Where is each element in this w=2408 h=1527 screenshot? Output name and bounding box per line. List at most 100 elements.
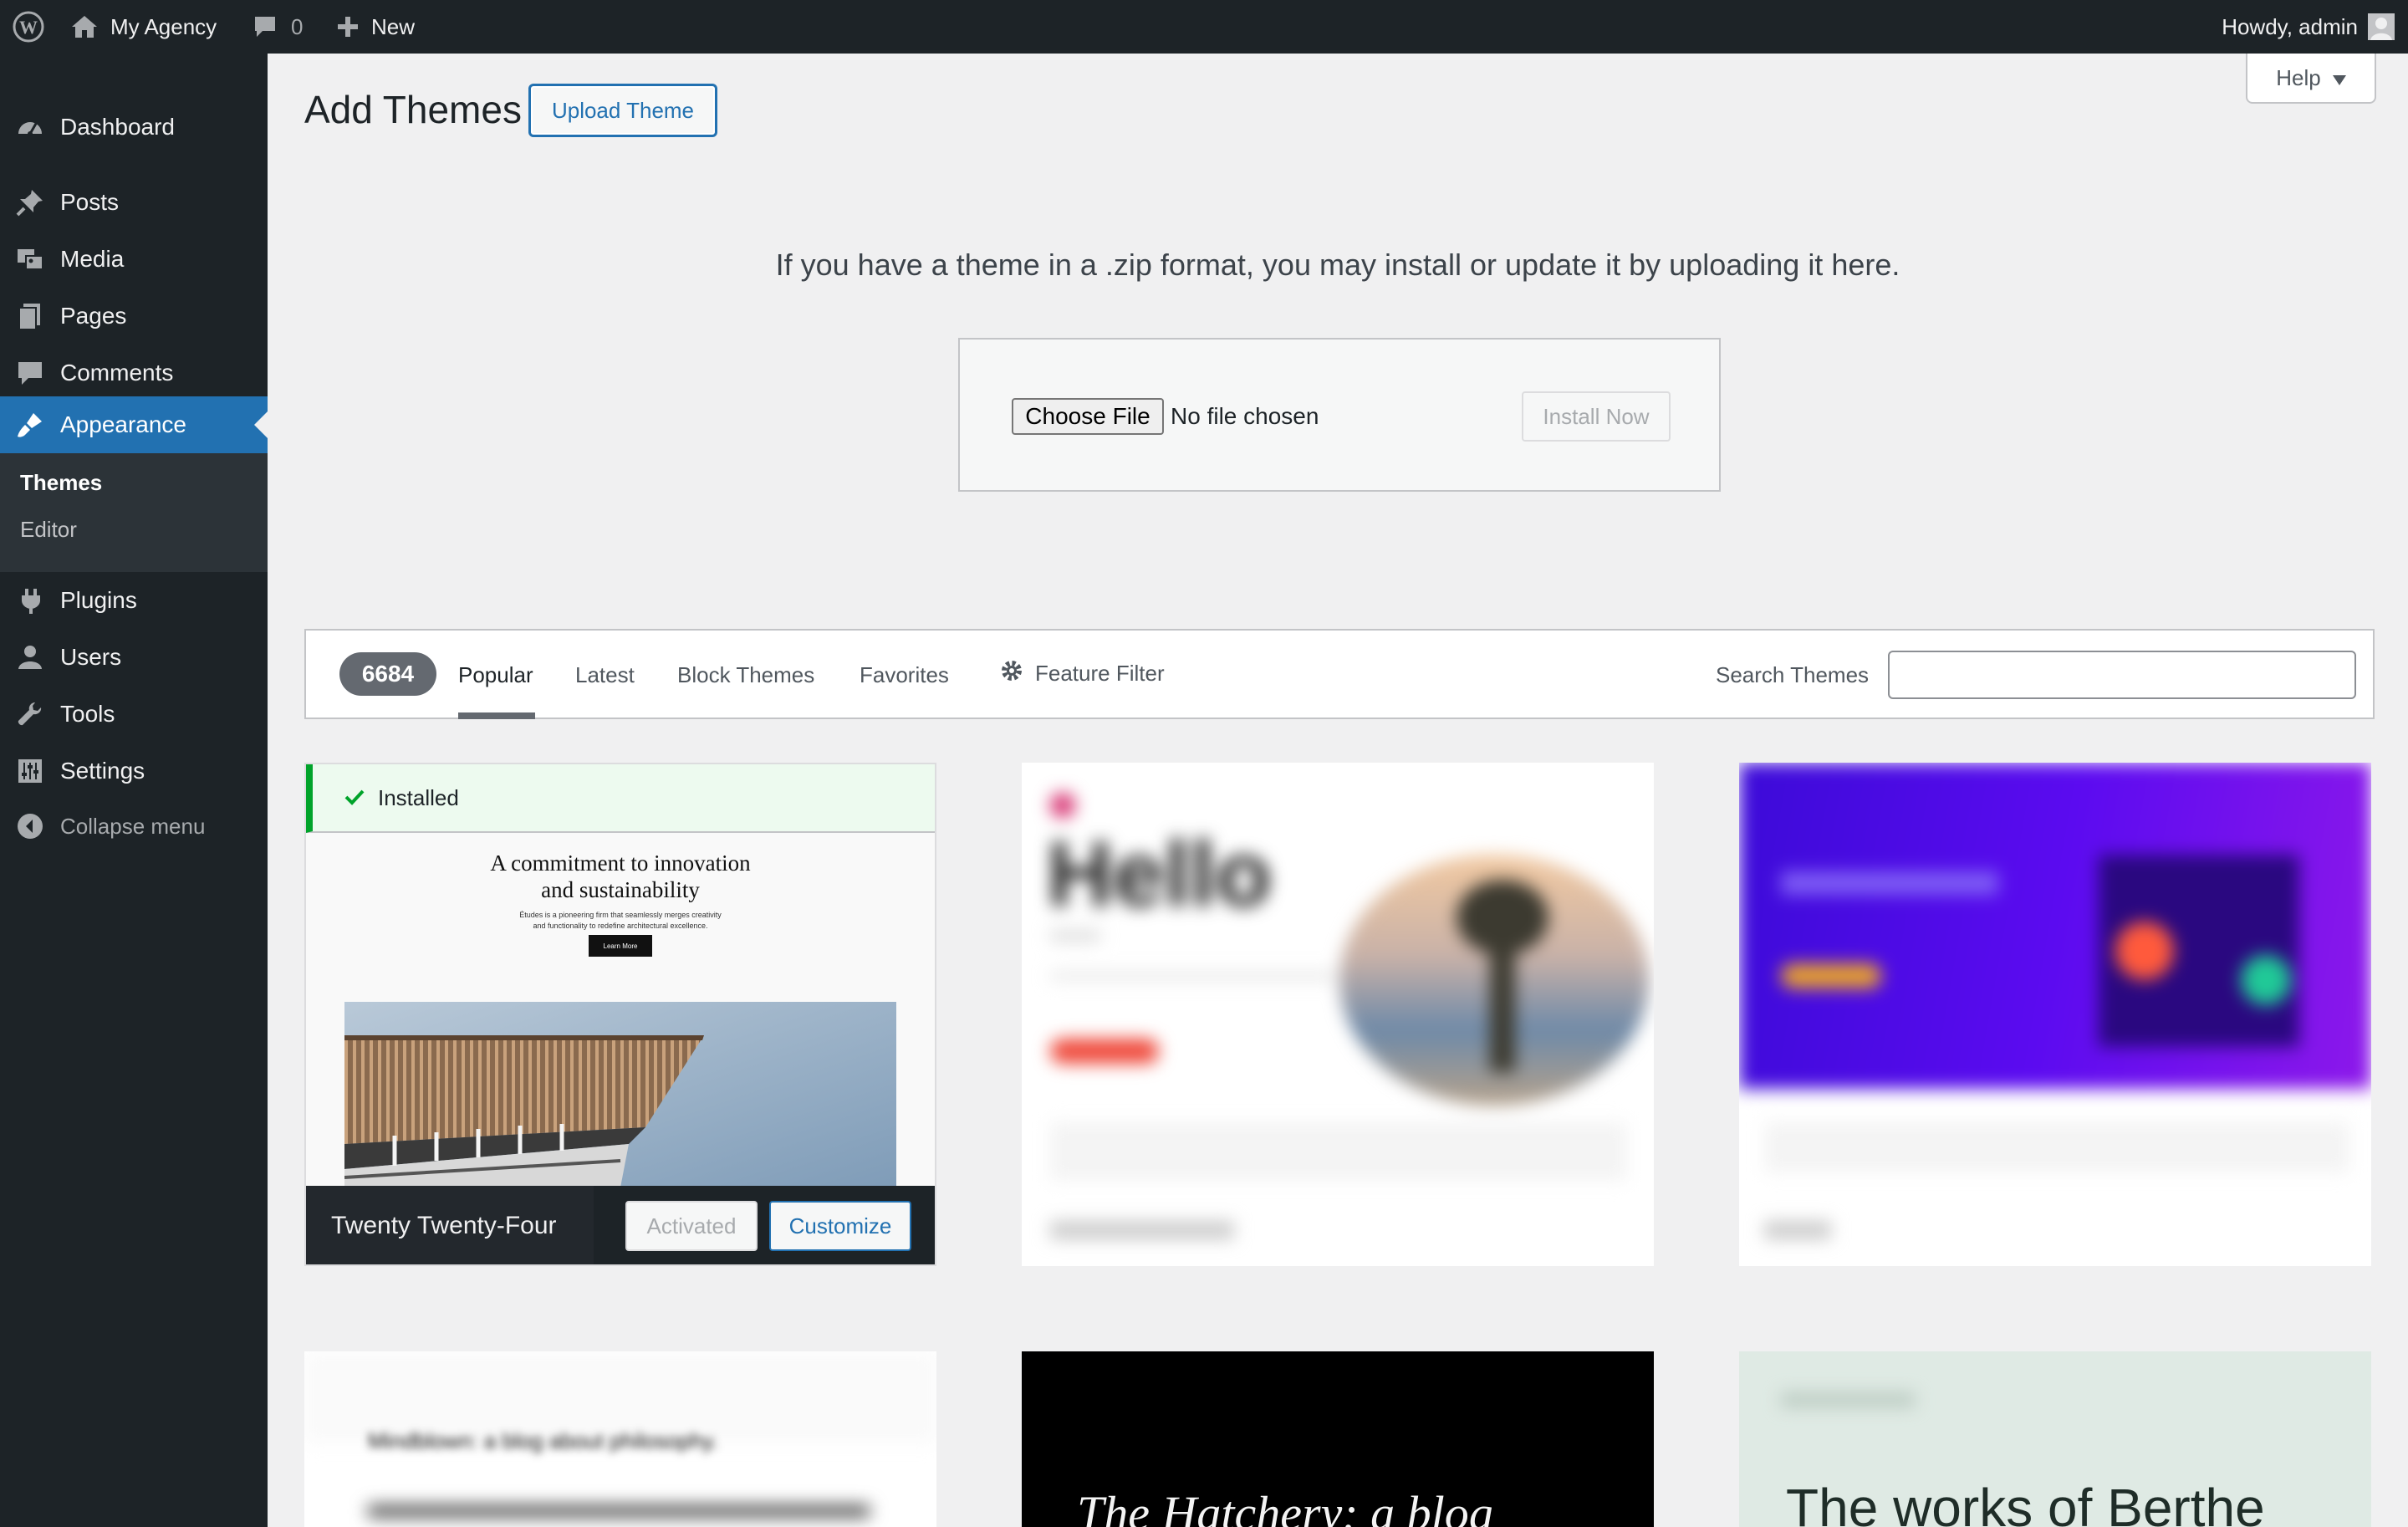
checkmark-icon: [344, 785, 365, 811]
tab-latest[interactable]: Latest: [575, 662, 635, 688]
admin-bar: W My Agency 0 New Howdy, admin: [0, 0, 2408, 54]
sidebar-item-plugins[interactable]: Plugins: [0, 572, 268, 629]
comments-count: 0: [291, 13, 304, 39]
pages-icon: [15, 301, 45, 331]
sidebar-item-label: Comments: [60, 360, 174, 386]
theme-card[interactable]: [1739, 763, 2371, 1266]
comment-icon: [15, 358, 45, 388]
sidebar-item-pages[interactable]: Pages: [0, 288, 268, 345]
upload-form: Choose File No file chosen Install Now: [958, 338, 1721, 492]
sidebar-item-settings[interactable]: Settings: [0, 743, 268, 799]
preview-footer-area: [1050, 1122, 1627, 1181]
sidebar-item-label: Users: [60, 644, 122, 670]
comment-bubble-icon: [253, 14, 278, 39]
search-themes-input[interactable]: [1888, 651, 2356, 699]
theme-name-placeholder: [1764, 1221, 1831, 1239]
preview-text-block: [1050, 972, 1334, 980]
preview-headline-line: and sustainability: [541, 877, 700, 902]
sidebar-item-label: Posts: [60, 189, 120, 215]
my-account-link[interactable]: Howdy, admin: [2222, 0, 2395, 54]
preview-text-block: [1050, 930, 1100, 942]
theme-card[interactable]: Hello: [1022, 763, 1654, 1266]
theme-actions-bar: Twenty Twenty-Four Activated Customize: [306, 1186, 935, 1264]
svg-text:W: W: [19, 17, 38, 38]
preview-button: [1050, 1039, 1159, 1064]
active-tab-indicator: [458, 712, 535, 719]
preview-button: [1781, 963, 1881, 988]
preview-shape: [2241, 955, 2291, 1005]
collapse-menu-label: Collapse menu: [60, 813, 206, 839]
theme-count-badge: 6684: [339, 652, 436, 696]
theme-screenshot[interactable]: A commitment to innovation and sustainab…: [306, 833, 935, 1187]
sidebar-item-tools[interactable]: Tools: [0, 686, 268, 743]
theme-screenshot: Hello: [1022, 763, 1654, 1266]
customize-button[interactable]: Customize: [769, 1201, 911, 1251]
sidebar-item-users[interactable]: Users: [0, 629, 268, 686]
preview-shape: [2115, 922, 2174, 980]
feature-filter-label: Feature Filter: [1035, 661, 1165, 686]
install-now-button[interactable]: Install Now: [1522, 391, 1671, 442]
submenu-item-editor[interactable]: Editor: [20, 517, 77, 543]
theme-card[interactable]: Mindblown: a blog about philosophy.: [304, 1351, 936, 1527]
sidebar-item-comments[interactable]: Comments: [0, 345, 268, 401]
preview-logo-dot: [1050, 793, 1075, 818]
no-file-label: No file chosen: [1171, 403, 1319, 429]
plus-icon: [336, 15, 360, 38]
dashboard-icon: [15, 112, 45, 142]
sidebar-item-dashboard[interactable]: Dashboard: [0, 99, 268, 156]
new-content-link[interactable]: New: [336, 0, 415, 54]
installed-notice: Installed: [306, 764, 935, 833]
comments-link[interactable]: 0: [253, 0, 303, 54]
page-title: Add Themes: [304, 88, 522, 131]
site-name-link[interactable]: My Agency: [70, 0, 217, 54]
preview-text-block: [1781, 1393, 1915, 1407]
activated-button[interactable]: Activated: [625, 1201, 758, 1251]
preview-headline: A commitment to innovation and sustainab…: [306, 850, 935, 903]
choose-file-button[interactable]: Choose File: [1012, 398, 1164, 435]
theme-card[interactable]: The works of Berthe: [1739, 1351, 2371, 1527]
wrench-icon: [15, 699, 45, 729]
theme-screenshot: [1739, 763, 2371, 1266]
theme-name: Twenty Twenty-Four: [306, 1186, 594, 1264]
help-label: Help: [2276, 64, 2321, 90]
plugin-icon: [15, 585, 45, 615]
theme-card-twenty-twenty-four[interactable]: Installed A commitment to innovation and…: [304, 763, 936, 1266]
preview-subtext-line: and functionality to redefine architectu…: [533, 922, 708, 930]
tab-favorites[interactable]: Favorites: [860, 662, 949, 688]
avatar: [2368, 13, 2395, 40]
preview-headline-line: A commitment to innovation: [490, 850, 751, 876]
tab-block-themes[interactable]: Block Themes: [677, 662, 814, 688]
collapse-arrow-icon: [15, 811, 45, 841]
paintbrush-icon: [15, 410, 45, 440]
preview-subtext-line: Études is a pioneering firm that seamles…: [519, 911, 722, 919]
caret-down-icon: [2332, 65, 2346, 91]
preview-blog-title: The works of Berthe: [1786, 1478, 2265, 1527]
preview-subtext: Études is a pioneering firm that seamles…: [306, 910, 935, 932]
pushpin-icon: [15, 187, 45, 217]
sidebar-item-label: Plugins: [60, 587, 137, 613]
sidebar-item-posts[interactable]: Posts: [0, 174, 268, 231]
sidebar-item-label: Settings: [60, 758, 145, 784]
wordpress-logo-icon[interactable]: W: [12, 0, 45, 54]
upload-description: If you have a theme in a .zip format, yo…: [775, 248, 1900, 282]
preview-text-block: [368, 1505, 870, 1517]
feature-filter-button[interactable]: Feature Filter: [1000, 659, 1165, 688]
tab-popular[interactable]: Popular: [458, 662, 533, 688]
theme-name-placeholder: [1050, 1221, 1234, 1239]
user-icon: [15, 642, 45, 672]
theme-card[interactable]: The Hatchery: a blog: [1022, 1351, 1654, 1527]
collapse-menu-button[interactable]: Collapse menu: [0, 798, 268, 855]
settings-icon: [15, 756, 45, 786]
preview-blog-title: The Hatchery: a blog: [1077, 1486, 1493, 1527]
upload-theme-button[interactable]: Upload Theme: [528, 84, 717, 137]
help-tab-button[interactable]: Help: [2246, 54, 2376, 104]
preview-building-image: [344, 1002, 896, 1187]
submenu-item-themes[interactable]: Themes: [20, 470, 102, 496]
home-icon: [70, 13, 99, 40]
new-label: New: [371, 13, 416, 39]
search-themes-label: Search Themes: [1716, 662, 1870, 687]
sidebar-item-label: Pages: [60, 303, 127, 329]
preview-title: Hello: [1047, 823, 1272, 926]
sidebar-item-appearance[interactable]: Appearance: [0, 396, 268, 453]
preview-footer-area: [1764, 1122, 2349, 1172]
